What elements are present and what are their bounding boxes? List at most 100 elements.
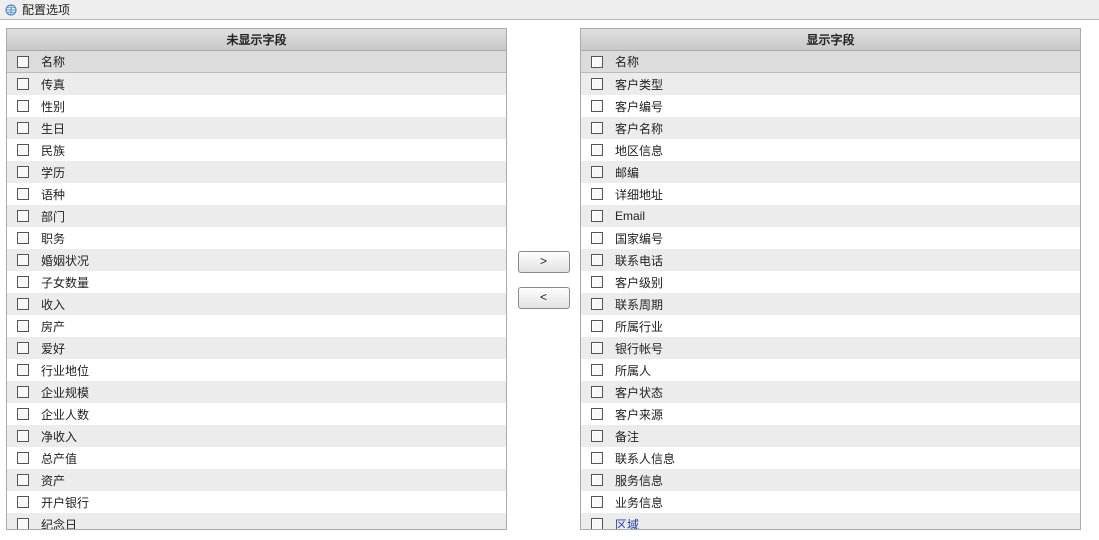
row-checkbox[interactable] [591, 166, 603, 178]
row-checkbox[interactable] [17, 364, 29, 376]
list-item[interactable]: 企业规模 [7, 381, 506, 403]
list-item[interactable]: 纪念日 [7, 513, 506, 530]
row-checkbox[interactable] [17, 518, 29, 530]
row-label[interactable]: 区域 [609, 516, 1076, 531]
row-checkbox[interactable] [591, 144, 603, 156]
row-checkbox[interactable] [591, 474, 603, 486]
checkbox-cell [585, 496, 609, 508]
list-item[interactable]: 备注 [581, 425, 1080, 447]
list-item[interactable]: 性别 [7, 95, 506, 117]
row-checkbox[interactable] [17, 166, 29, 178]
row-checkbox[interactable] [17, 144, 29, 156]
row-label: 客户级别 [609, 274, 1076, 291]
row-checkbox[interactable] [591, 78, 603, 90]
list-item[interactable]: 资产 [7, 469, 506, 491]
list-item[interactable]: Email [581, 205, 1080, 227]
checkbox-cell [11, 232, 35, 244]
list-item[interactable]: 民族 [7, 139, 506, 161]
list-item[interactable]: 职务 [7, 227, 506, 249]
select-all-checkbox[interactable] [591, 56, 603, 68]
row-checkbox[interactable] [591, 122, 603, 134]
row-checkbox[interactable] [17, 210, 29, 222]
list-item[interactable]: 联系电话 [581, 249, 1080, 271]
move-left-button[interactable]: < [518, 287, 570, 309]
row-checkbox[interactable] [17, 254, 29, 266]
left-list[interactable]: 名称传真性别生日民族学历语种部门职务婚姻状况子女数量收入房产爱好行业地位企业规模… [6, 50, 507, 530]
right-list[interactable]: 名称客户类型客户编号客户名称地区信息邮编详细地址Email国家编号联系电话客户级… [580, 50, 1081, 530]
select-all-checkbox[interactable] [17, 56, 29, 68]
row-checkbox[interactable] [17, 496, 29, 508]
row-checkbox[interactable] [591, 496, 603, 508]
row-checkbox[interactable] [591, 386, 603, 398]
row-checkbox[interactable] [17, 408, 29, 420]
row-checkbox[interactable] [591, 254, 603, 266]
list-item[interactable]: 总产值 [7, 447, 506, 469]
list-item[interactable]: 银行帐号 [581, 337, 1080, 359]
row-checkbox[interactable] [17, 430, 29, 442]
row-checkbox[interactable] [17, 100, 29, 112]
row-checkbox[interactable] [591, 518, 603, 530]
list-item[interactable]: 所属人 [581, 359, 1080, 381]
checkbox-cell [11, 276, 35, 288]
list-item[interactable]: 传真 [7, 73, 506, 95]
move-right-button[interactable]: > [518, 251, 570, 273]
row-checkbox[interactable] [591, 232, 603, 244]
row-checkbox[interactable] [591, 364, 603, 376]
list-item[interactable]: 国家编号 [581, 227, 1080, 249]
list-item[interactable]: 婚姻状况 [7, 249, 506, 271]
row-label: 地区信息 [609, 142, 1076, 159]
row-checkbox[interactable] [17, 78, 29, 90]
row-checkbox[interactable] [17, 342, 29, 354]
row-checkbox[interactable] [591, 320, 603, 332]
row-checkbox[interactable] [591, 210, 603, 222]
row-checkbox[interactable] [17, 122, 29, 134]
list-item[interactable]: 开户银行 [7, 491, 506, 513]
row-label: 客户编号 [609, 98, 1076, 115]
list-item[interactable]: 行业地位 [7, 359, 506, 381]
row-checkbox[interactable] [17, 276, 29, 288]
row-checkbox[interactable] [17, 452, 29, 464]
list-item[interactable]: 地区信息 [581, 139, 1080, 161]
list-item[interactable]: 服务信息 [581, 469, 1080, 491]
list-item[interactable]: 语种 [7, 183, 506, 205]
row-checkbox[interactable] [591, 298, 603, 310]
row-label: 纪念日 [35, 516, 502, 531]
list-item[interactable]: 联系人信息 [581, 447, 1080, 469]
row-checkbox[interactable] [591, 342, 603, 354]
row-checkbox[interactable] [591, 452, 603, 464]
list-item[interactable]: 净收入 [7, 425, 506, 447]
list-item[interactable]: 房产 [7, 315, 506, 337]
list-item[interactable]: 收入 [7, 293, 506, 315]
list-item[interactable]: 企业人数 [7, 403, 506, 425]
row-checkbox[interactable] [591, 188, 603, 200]
list-item[interactable]: 学历 [7, 161, 506, 183]
list-item[interactable]: 生日 [7, 117, 506, 139]
row-checkbox[interactable] [17, 320, 29, 332]
list-item[interactable]: 业务信息 [581, 491, 1080, 513]
list-item[interactable]: 客户来源 [581, 403, 1080, 425]
list-item[interactable]: 子女数量 [7, 271, 506, 293]
row-checkbox[interactable] [17, 232, 29, 244]
row-label: 联系电话 [609, 252, 1076, 269]
list-item[interactable]: 所属行业 [581, 315, 1080, 337]
row-checkbox[interactable] [17, 474, 29, 486]
row-checkbox[interactable] [591, 276, 603, 288]
list-item[interactable]: 部门 [7, 205, 506, 227]
row-checkbox[interactable] [591, 430, 603, 442]
list-item[interactable]: 详细地址 [581, 183, 1080, 205]
list-item[interactable]: 区域 [581, 513, 1080, 530]
list-item[interactable]: 联系周期 [581, 293, 1080, 315]
list-item[interactable]: 客户编号 [581, 95, 1080, 117]
list-item[interactable]: 客户级别 [581, 271, 1080, 293]
row-checkbox[interactable] [591, 408, 603, 420]
row-checkbox[interactable] [591, 100, 603, 112]
list-item[interactable]: 客户状态 [581, 381, 1080, 403]
list-item[interactable]: 客户名称 [581, 117, 1080, 139]
row-checkbox[interactable] [17, 298, 29, 310]
row-checkbox[interactable] [17, 188, 29, 200]
row-label: 子女数量 [35, 274, 502, 291]
list-item[interactable]: 客户类型 [581, 73, 1080, 95]
row-checkbox[interactable] [17, 386, 29, 398]
list-item[interactable]: 邮编 [581, 161, 1080, 183]
list-item[interactable]: 爱好 [7, 337, 506, 359]
